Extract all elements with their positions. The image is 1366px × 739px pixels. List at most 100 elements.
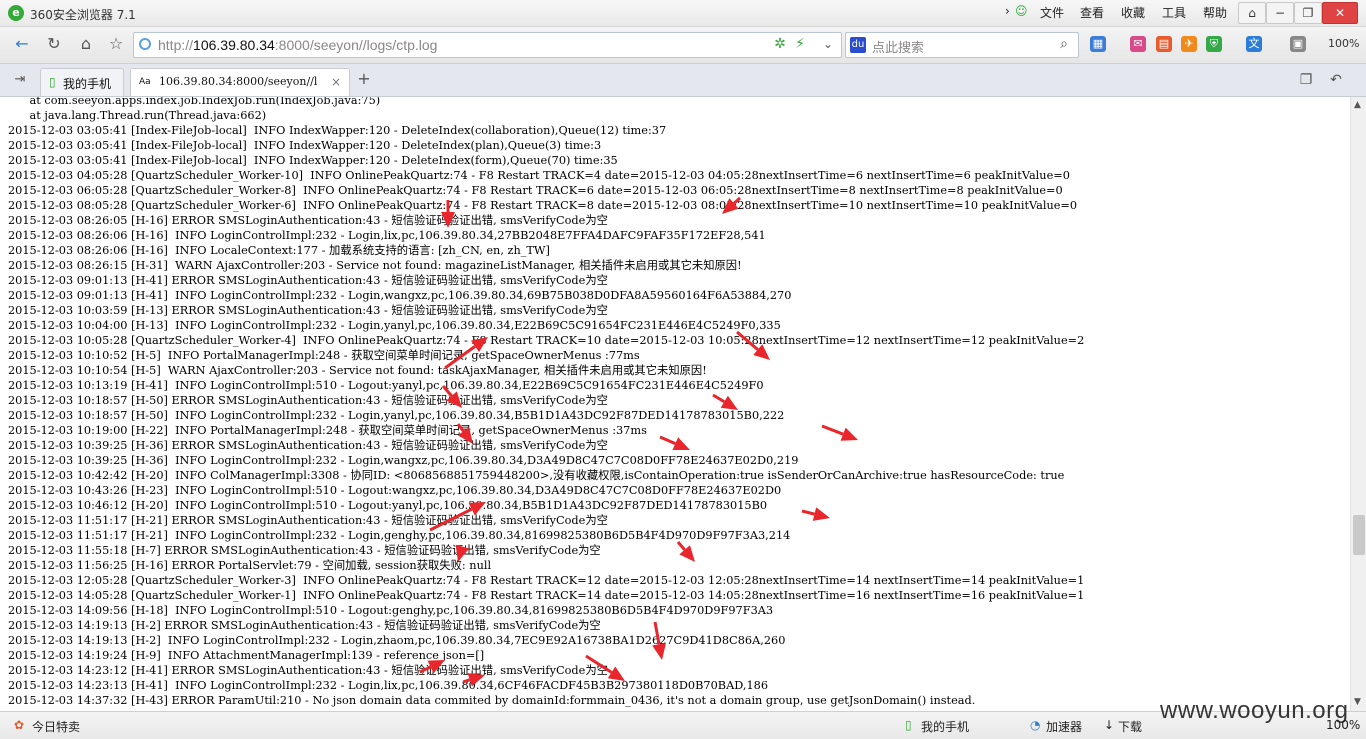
page-content: at com.seeyon.apps.index.job.IndexJob.ru… bbox=[0, 97, 1350, 711]
back-icon[interactable]: ← bbox=[12, 34, 32, 54]
tab-bar: ⇥ ▯ 我的手机 Aa 106.39.80.34:8000/seeyon//l … bbox=[0, 64, 1366, 97]
phone-icon: ▯ bbox=[49, 75, 56, 89]
menu-file[interactable]: 文件 bbox=[1040, 4, 1064, 21]
mail-icon[interactable]: ✉ bbox=[1130, 36, 1146, 52]
vertical-scrollbar[interactable]: ▲ ▼ bbox=[1350, 97, 1366, 711]
phone-icon: ▯ bbox=[905, 718, 912, 732]
window-title: 360安全浏览器 7.1 bbox=[30, 6, 136, 23]
log-line: 2015-12-03 10:19:00 [H-22] INFO PortalMa… bbox=[8, 424, 647, 437]
log-line: 2015-12-03 10:42:42 [H-20] INFO ColManag… bbox=[8, 469, 1064, 482]
log-line: 2015-12-03 12:05:28 [QuartzScheduler_Wor… bbox=[8, 574, 1084, 587]
download-link[interactable]: 下载 bbox=[1118, 718, 1142, 735]
apps-icon[interactable]: ▦ bbox=[1090, 36, 1106, 52]
refresh-icon[interactable]: ↻ bbox=[44, 34, 64, 54]
log-line: 2015-12-03 11:51:17 [H-21] INFO LoginCon… bbox=[8, 529, 790, 542]
user-icon[interactable]: ☺ bbox=[1015, 4, 1028, 18]
log-line: 2015-12-03 11:51:17 [H-21] ERROR SMSLogi… bbox=[8, 514, 608, 527]
log-line: 2015-12-03 14:23:12 [H-41] ERROR SMSLogi… bbox=[8, 664, 608, 677]
watermark: www.wooyun.org bbox=[1160, 697, 1348, 725]
log-line: 2015-12-03 04:05:28 [QuartzScheduler_Wor… bbox=[8, 169, 1070, 182]
log-line: 2015-12-03 14:09:56 [H-18] INFO LoginCon… bbox=[8, 604, 773, 617]
log-line: 2015-12-03 10:10:54 [H-5] WARN AjaxContr… bbox=[8, 364, 707, 377]
speed-mode-icon[interactable]: ⚡ bbox=[790, 34, 810, 54]
accelerator-icon: ◔ bbox=[1030, 718, 1040, 732]
page-icon bbox=[139, 38, 151, 50]
log-line: 2015-12-03 10:10:52 [H-5] INFO PortalMan… bbox=[8, 349, 640, 362]
favorite-star-icon[interactable]: ☆ bbox=[106, 34, 126, 54]
address-bar[interactable]: http://106.39.80.34:8000/seeyon//logs/ct… bbox=[133, 32, 842, 58]
skin-icon[interactable]: ⌂ bbox=[1238, 2, 1266, 24]
log-line: 2015-12-03 14:23:13 [H-41] INFO LoginCon… bbox=[8, 679, 768, 692]
tab-label: 我的手机 bbox=[63, 75, 111, 92]
log-line: 2015-12-03 14:05:28 [QuartzScheduler_Wor… bbox=[8, 589, 1084, 602]
sidebar-toggle-icon[interactable]: ⇥ bbox=[10, 70, 30, 90]
log-line: 2015-12-03 10:18:57 [H-50] ERROR SMSLogi… bbox=[8, 394, 608, 407]
log-line: 2015-12-03 11:56:25 [H-16] ERROR PortalS… bbox=[8, 559, 491, 572]
shield-icon[interactable]: ⛨ bbox=[1206, 36, 1222, 52]
my-phone-link[interactable]: 我的手机 bbox=[921, 718, 969, 735]
daily-deals-link[interactable]: 今日特卖 bbox=[32, 718, 80, 735]
log-line: 2015-12-03 03:05:41 [Index-FileJob-local… bbox=[8, 154, 618, 167]
screenshot-icon[interactable]: ▣ bbox=[1290, 36, 1306, 52]
minimize-button[interactable]: − bbox=[1266, 2, 1294, 24]
log-line: 2015-12-03 09:01:13 [H-41] INFO LoginCon… bbox=[8, 289, 791, 302]
log-line: at com.seeyon.apps.index.job.IndexJob.ru… bbox=[8, 97, 380, 107]
undo-close-icon[interactable]: ↶ bbox=[1326, 70, 1346, 90]
tab-my-phone[interactable]: ▯ 我的手机 bbox=[40, 68, 124, 96]
favicon-icon: Aa bbox=[139, 77, 151, 87]
log-line: 2015-12-03 10:05:28 [QuartzScheduler_Wor… bbox=[8, 334, 1084, 347]
title-bar: e 360安全浏览器 7.1 › ☺ 文件 查看 收藏 工具 帮助 ⌂ − ❐ … bbox=[0, 0, 1366, 27]
log-line: 2015-12-03 08:05:28 [QuartzScheduler_Wor… bbox=[8, 199, 1077, 212]
home-icon[interactable]: ⌂ bbox=[76, 34, 96, 54]
log-line: 2015-12-03 10:43:26 [H-23] INFO LoginCon… bbox=[8, 484, 781, 497]
log-line: at java.lang.Thread.run(Thread.java:662) bbox=[8, 109, 266, 122]
download-icon: ↓ bbox=[1104, 718, 1114, 732]
log-line: 2015-12-03 08:26:06 [H-16] INFO LoginCon… bbox=[8, 229, 766, 242]
log-line: 2015-12-03 14:19:13 [H-2] INFO LoginCont… bbox=[8, 634, 785, 647]
log-line: 2015-12-03 14:19:13 [H-2] ERROR SMSLogin… bbox=[8, 619, 601, 632]
chevron-down-icon[interactable]: ⌄ bbox=[818, 34, 838, 54]
search-box[interactable]: du 点此搜索 ⌕ bbox=[845, 32, 1079, 58]
tab-label: 106.39.80.34:8000/seeyon//l bbox=[159, 75, 317, 88]
maximize-button[interactable]: ❐ bbox=[1294, 2, 1322, 24]
menu-favorites[interactable]: 收藏 bbox=[1121, 4, 1145, 21]
log-line: 2015-12-03 08:26:15 [H-31] WARN AjaxCont… bbox=[8, 259, 742, 272]
log-line: 2015-12-03 08:26:06 [H-16] INFO LocaleCo… bbox=[8, 244, 550, 257]
log-line: 2015-12-03 06:05:28 [QuartzScheduler_Wor… bbox=[8, 184, 1063, 197]
search-icon[interactable]: ⌕ bbox=[1054, 34, 1074, 54]
scroll-down-icon[interactable]: ▼ bbox=[1354, 697, 1361, 707]
calendar-icon[interactable]: ▤ bbox=[1156, 36, 1172, 52]
menu-tools[interactable]: 工具 bbox=[1162, 4, 1186, 21]
log-line: 2015-12-03 10:13:19 [H-41] INFO LoginCon… bbox=[8, 379, 764, 392]
accelerator-link[interactable]: 加速器 bbox=[1046, 718, 1082, 735]
scroll-up-icon[interactable]: ▲ bbox=[1354, 100, 1361, 110]
plane-icon[interactable]: ✈ bbox=[1181, 36, 1197, 52]
browser-logo-icon: e bbox=[8, 5, 24, 21]
log-line: 2015-12-03 10:39:25 [H-36] INFO LoginCon… bbox=[8, 454, 798, 467]
tab-list-icon[interactable]: ❐ bbox=[1296, 70, 1316, 90]
log-line: 2015-12-03 10:18:57 [H-50] INFO LoginCon… bbox=[8, 409, 784, 422]
log-line: 2015-12-03 03:05:41 [Index-FileJob-local… bbox=[8, 139, 601, 152]
close-tab-icon[interactable]: × bbox=[331, 75, 341, 89]
log-line: 2015-12-03 08:26:05 [H-16] ERROR SMSLogi… bbox=[8, 214, 608, 227]
close-button[interactable]: ✕ bbox=[1322, 2, 1358, 24]
log-line: 2015-12-03 11:55:18 [H-7] ERROR SMSLogin… bbox=[8, 544, 601, 557]
navigation-bar: ← ↻ ⌂ ☆ http://106.39.80.34:8000/seeyon/… bbox=[0, 27, 1366, 64]
scroll-thumb[interactable] bbox=[1353, 515, 1365, 555]
address-text[interactable]: http://106.39.80.34:8000/seeyon//logs/ct… bbox=[158, 37, 437, 53]
log-text: at com.seeyon.apps.index.job.IndexJob.ru… bbox=[8, 97, 1084, 708]
menu-view[interactable]: 查看 bbox=[1080, 4, 1104, 21]
log-line: 2015-12-03 10:03:59 [H-13] ERROR SMSLogi… bbox=[8, 304, 608, 317]
translate-icon[interactable]: 文 bbox=[1246, 36, 1262, 52]
gift-icon: ✿ bbox=[14, 718, 24, 732]
zoom-level[interactable]: 100% bbox=[1328, 37, 1359, 50]
new-tab-button[interactable]: + bbox=[354, 69, 374, 89]
tab-log-file[interactable]: Aa 106.39.80.34:8000/seeyon//l × bbox=[130, 68, 350, 96]
search-engine-icon[interactable]: du bbox=[850, 37, 866, 53]
log-line: 2015-12-03 10:46:12 [H-20] INFO LoginCon… bbox=[8, 499, 767, 512]
compat-mode-icon[interactable]: ✲ bbox=[770, 34, 790, 54]
chevron-right-icon[interactable]: › bbox=[1005, 4, 1010, 18]
menu-help[interactable]: 帮助 bbox=[1203, 4, 1227, 21]
log-line: 2015-12-03 10:39:25 [H-36] ERROR SMSLogi… bbox=[8, 439, 608, 452]
search-placeholder[interactable]: 点此搜索 bbox=[872, 37, 924, 56]
